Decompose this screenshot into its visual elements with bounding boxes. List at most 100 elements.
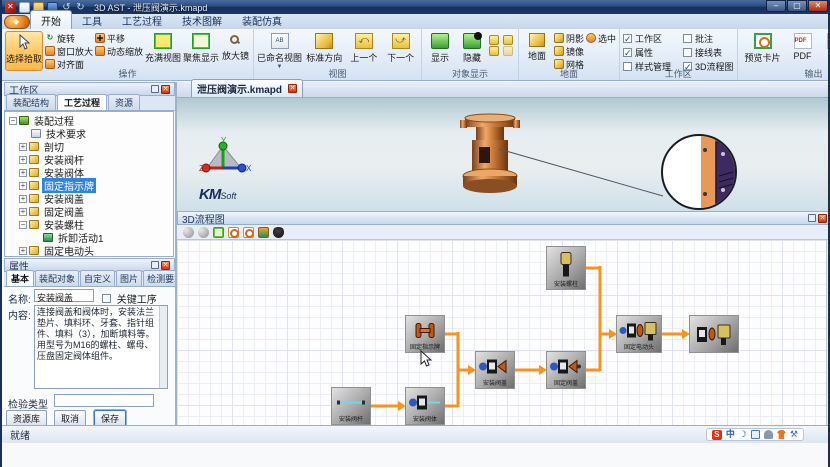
tree-item-install-bonnet[interactable]: + 安装阀盖 (5, 192, 173, 205)
close-button[interactable]: ✕ (808, 0, 828, 12)
checkbox-annotation[interactable]: 批注 (683, 32, 734, 45)
flow-node-fix-indicator-plate[interactable]: 固定指示牌 (406, 316, 444, 352)
expand-icon[interactable]: + (19, 247, 27, 255)
display-toggle-2-icon[interactable] (503, 35, 513, 45)
expand-icon[interactable]: + (19, 143, 27, 151)
rotate-button[interactable]: ↻旋转 (45, 32, 93, 44)
standard-orientation-button[interactable]: 标准方向 (304, 31, 345, 71)
previous-view-button[interactable]: ⤺ 上一个 (347, 31, 382, 71)
next-view-button[interactable]: ⤻ 下一个 (383, 31, 418, 71)
tab-custom[interactable]: 自定义 (80, 270, 115, 286)
tree-item-tech-requirements[interactable]: 技术要求 (5, 127, 173, 140)
fullwidth-moon-icon[interactable]: ☽ (739, 429, 747, 440)
tab-tech-illustration[interactable]: 技术图解 (172, 11, 232, 29)
close-tab-icon[interactable]: ✕ (288, 84, 297, 93)
prev-snapshot-icon[interactable] (183, 227, 194, 238)
checkbox-properties[interactable]: 属性 (623, 46, 681, 59)
flow-node-install-stem[interactable]: 安装阀杆 (332, 388, 370, 424)
expand-icon[interactable]: + (19, 195, 27, 203)
expand-icon[interactable]: + (19, 156, 27, 164)
flow-node-install-body[interactable]: 安装阀体 (406, 388, 444, 424)
keyboard-icon[interactable] (751, 430, 760, 439)
pin-icon[interactable] (151, 261, 159, 269)
next-snapshot-icon[interactable] (198, 227, 209, 238)
tab-assembly-structure[interactable]: 装配结构 (6, 94, 56, 110)
hide-button[interactable]: 隐藏 (457, 31, 487, 71)
user-icon[interactable] (764, 430, 773, 439)
select-pick-button[interactable]: 选择拾取 (5, 31, 43, 71)
tab-basic[interactable]: 基本 (6, 270, 34, 286)
checkbox-workspace[interactable]: 工作区 (623, 32, 681, 45)
display-toggle-1-icon[interactable] (489, 35, 499, 45)
tab-image[interactable]: 图片 (116, 270, 142, 286)
checkbox-wiring-table[interactable]: 接线表 (683, 46, 734, 59)
check-type-input[interactable] (54, 394, 154, 407)
pan-hand-icon[interactable] (273, 227, 284, 238)
minimize-button[interactable]: – (766, 0, 786, 12)
expand-icon[interactable]: + (19, 169, 27, 177)
flow-node-final-assembly[interactable] (690, 316, 738, 352)
tab-process-tree[interactable]: 工艺过程 (57, 94, 107, 110)
fit-view-button[interactable]: 充满视图 (145, 31, 181, 71)
maximize-button[interactable]: ▢ (787, 0, 807, 12)
display-toggle-4-icon[interactable] (503, 46, 513, 56)
shadow-button[interactable]: 阴影 (554, 32, 584, 44)
viewport-3d[interactable]: Y Z X KMSoft (177, 98, 830, 211)
avi-export-button[interactable]: AVI AVI (821, 31, 830, 71)
tab-assembly-simulation[interactable]: 装配仿真 (232, 11, 292, 29)
ground-button[interactable]: 地面 (522, 31, 552, 71)
pin-icon[interactable] (151, 85, 159, 93)
wrench-icon[interactable]: ⚒ (790, 429, 798, 440)
new-document-icon[interactable] (19, 2, 30, 13)
window-zoom-button[interactable]: 窗口放大 (45, 45, 93, 57)
tab-assembly-object[interactable]: 装配对象 (35, 270, 79, 286)
ime-toolbar[interactable]: S 中 ☽ ⚒ (706, 428, 804, 441)
tree-item-install-stem[interactable]: + 安装阀杆 (5, 153, 173, 166)
tree-item-fix-bonnet[interactable]: + 固定阀盖 (5, 205, 173, 218)
fit-flowchart-icon[interactable] (213, 227, 224, 238)
flow-node-install-studs[interactable]: 安装螺柱 (547, 247, 585, 289)
display-toggle-3-icon[interactable] (489, 46, 499, 56)
selected-button[interactable]: 选中 (586, 32, 616, 44)
snapshot-icon[interactable] (258, 227, 269, 238)
pan-button[interactable]: ✚平移 (95, 32, 143, 44)
sogou-icon[interactable]: S (712, 430, 722, 440)
zoom-window-icon[interactable] (243, 227, 254, 238)
flow-node-fix-actuator-head[interactable]: 固定电动头 (617, 316, 661, 352)
focus-display-button[interactable]: 聚焦显示 (183, 31, 219, 71)
tree-root[interactable]: − 装配过程 (5, 114, 173, 127)
magnifier-button[interactable]: 放大镜 (221, 31, 250, 71)
tab-home[interactable]: 开始 (30, 10, 72, 29)
scrollbar[interactable] (159, 306, 167, 388)
skin-shirt-icon[interactable] (777, 430, 786, 439)
tab-tools[interactable]: 工具 (72, 11, 112, 29)
mirror-button[interactable]: 镜像 (554, 45, 584, 57)
named-views-button[interactable]: AB 已命名视图 ▼ (257, 31, 302, 71)
dynamic-zoom-button[interactable]: 动态缩放 (95, 45, 143, 57)
collapse-icon[interactable]: − (19, 221, 27, 229)
chinese-mode-icon[interactable]: 中 (726, 429, 735, 440)
tab-resources[interactable]: 资源 (108, 94, 140, 110)
content-textarea[interactable]: 连接阀盖和阀体时，安装法兰垫片、填料环、牙套、指针组件、填料（3），加断填料等。… (34, 305, 168, 389)
restore-panel-icon[interactable] (808, 214, 816, 222)
flowchart-scrollbar[interactable] (826, 240, 830, 425)
expand-icon[interactable]: + (19, 182, 27, 190)
tree-item-section-cut[interactable]: + 剖切 (5, 140, 173, 153)
show-button[interactable]: 显示 (425, 31, 455, 71)
zoom-in-icon[interactable] (228, 227, 239, 238)
flowchart-canvas[interactable]: 安装阀杆 安装阀体 固定指示牌 安装阀盖 (177, 240, 826, 425)
preview-card-button[interactable]: 预览卡片 (741, 31, 785, 71)
key-process-checkbox[interactable]: 关键工序 (102, 291, 157, 306)
flow-node-install-bonnet[interactable]: 安装阀盖 (476, 352, 514, 388)
application-button[interactable] (4, 15, 30, 29)
document-tab[interactable]: 泄压阀演示.kmapd ✕ (191, 79, 303, 97)
close-panel-icon[interactable]: ✕ (161, 85, 170, 94)
collapse-icon[interactable]: − (9, 117, 17, 125)
flow-node-fix-bonnet[interactable]: 固定阀盖 (547, 352, 585, 388)
name-input[interactable]: 安装阀盖 (34, 289, 94, 302)
tree-item-fix-actuator-head[interactable]: + 固定电动头 (5, 244, 173, 257)
close-panel-icon[interactable]: ✕ (818, 214, 827, 223)
expand-icon[interactable]: + (19, 208, 27, 216)
close-panel-icon[interactable]: ✕ (161, 261, 170, 270)
tab-process[interactable]: 工艺过程 (112, 11, 172, 29)
